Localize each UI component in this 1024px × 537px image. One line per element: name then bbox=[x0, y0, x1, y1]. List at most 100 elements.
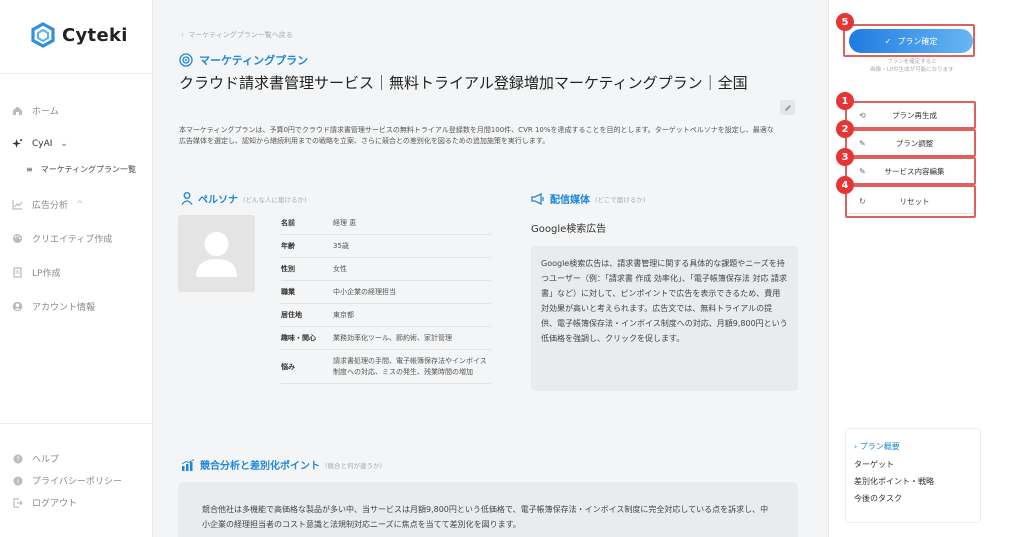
user-circle-icon bbox=[12, 301, 23, 312]
home-icon bbox=[12, 105, 23, 116]
toc-item-tasks[interactable]: 今後のタスク bbox=[854, 493, 902, 504]
breadcrumb[interactable]: ‹ マーケティングプラン一覧へ戻る bbox=[181, 30, 293, 40]
sidebar-item-logout[interactable]: ログアウト bbox=[12, 496, 77, 509]
table-row: 悩み 請求書処理の手間、電子帳簿保存法やインボイス制度への対応、ミスの発生、残業時… bbox=[281, 350, 491, 384]
list-icon: ≡ bbox=[26, 165, 33, 174]
persona-avatar bbox=[178, 215, 255, 292]
toc-item-target[interactable]: ターゲット bbox=[854, 459, 894, 470]
bar-chart-icon bbox=[181, 458, 195, 471]
sidebar-item-cyai[interactable]: CyAI ⌄ bbox=[12, 138, 68, 149]
sparkle-icon bbox=[12, 138, 23, 149]
breadcrumb-link[interactable]: マーケティングプラン一覧へ戻る bbox=[188, 31, 292, 39]
persona-key: 年齢 bbox=[281, 242, 295, 250]
table-row: 職業 中小企業の経理担当 bbox=[281, 281, 491, 304]
persona-table: 名前 経理 恵 年齢 35歳 性別 女性 職業 中小企業の経理担当 居住地 東京都 趣味・… bbox=[281, 212, 491, 384]
sidebar-item-creative[interactable]: クリエイティブ作成 bbox=[12, 232, 112, 245]
sidebar-item-label: ログアウト bbox=[32, 499, 78, 509]
persona-heading: ペルソナ (どんな人に届けるか) bbox=[181, 191, 307, 206]
sidebar-item-ad-analysis[interactable]: 広告分析 ^ bbox=[12, 198, 84, 211]
svg-text:?: ? bbox=[16, 455, 20, 463]
persona-value: 業務効率化ツール、節約術、家計管理 bbox=[333, 334, 452, 342]
chevron-up-icon: ^ bbox=[76, 199, 84, 210]
document-icon bbox=[12, 267, 23, 278]
persona-value: 東京都 bbox=[333, 311, 354, 319]
competition-title: 競合分析と差別化ポイント bbox=[200, 461, 320, 472]
palette-icon bbox=[12, 233, 23, 244]
highlight-box-1 bbox=[845, 101, 976, 129]
sidebar-item-label: ホーム bbox=[32, 107, 59, 117]
sidebar-item-label: プライバシーポリシー bbox=[32, 477, 122, 487]
table-row: 性別 女性 bbox=[281, 258, 491, 281]
persona-value: 女性 bbox=[333, 265, 347, 273]
highlight-box-3 bbox=[845, 157, 976, 185]
table-row: 年齢 35歳 bbox=[281, 235, 491, 258]
sidebar-item-label: ヘルプ bbox=[32, 455, 60, 465]
sidebar-item-label: クリエイティブ作成 bbox=[32, 235, 113, 245]
step-badge-4: 4 bbox=[836, 176, 854, 194]
highlight-box-2 bbox=[845, 129, 976, 157]
highlight-box-4 bbox=[845, 185, 976, 218]
media-description: Google検索広告は、請求書管理に関する具体的な課題やニーズを持つユーザー（例… bbox=[531, 246, 798, 391]
sidebar-item-label: LP作成 bbox=[32, 269, 61, 279]
persona-title: ペルソナ bbox=[198, 195, 238, 206]
app-logo[interactable]: Cyteki bbox=[30, 22, 128, 48]
persona-key: 居住地 bbox=[281, 311, 302, 319]
logout-icon bbox=[12, 497, 23, 508]
category-label: マーケティングプラン bbox=[199, 54, 309, 67]
toc-label: プラン概要 bbox=[859, 442, 900, 451]
megaphone-icon bbox=[531, 192, 544, 205]
highlight-box-5 bbox=[843, 24, 975, 57]
help-icon: ? bbox=[12, 453, 23, 464]
table-of-contents: › プラン概要 ターゲット 差別化ポイント・戦略 今後のタスク bbox=[845, 428, 981, 523]
persona-value: 請求書処理の手間、電子帳簿保存法やインボイス制度への対応、ミスの発生、残業時間の… bbox=[333, 357, 487, 376]
sidebar-item-label: 広告分析 bbox=[32, 201, 69, 211]
competition-description: 競合他社は多機能で高価格な製品が多い中、当サービスは月額9,800円という低価格… bbox=[178, 482, 798, 537]
sidebar-item-label: アカウント情報 bbox=[32, 303, 96, 313]
persona-value: 経理 恵 bbox=[333, 219, 357, 227]
plan-description: 本マーケティングプランは、予算0円でクラウド請求書管理サービスの無料トライアル登… bbox=[179, 126, 774, 145]
sidebar-item-label: マーケティングプラン一覧 bbox=[40, 165, 137, 174]
step-badge-3: 3 bbox=[836, 148, 854, 166]
sidebar-item-help[interactable]: ? ヘルプ bbox=[12, 452, 59, 465]
media-subtitle: (どこで届けるか) bbox=[595, 195, 646, 204]
sidebar-item-label: CyAI bbox=[32, 138, 53, 149]
sidebar-item-lp[interactable]: LP作成 bbox=[12, 266, 60, 279]
avatar-placeholder-icon bbox=[196, 232, 237, 277]
sidebar-subitem-marketing-plans[interactable]: ≡ マーケティングプラン一覧 bbox=[26, 164, 136, 175]
persona-value: 中小企業の経理担当 bbox=[333, 288, 396, 296]
persona-key: 職業 bbox=[281, 288, 295, 296]
pencil-icon bbox=[784, 104, 791, 111]
sidebar-item-privacy[interactable]: i プライバシーポリシー bbox=[12, 474, 122, 487]
chart-icon bbox=[12, 199, 23, 210]
toc-item-differentiation[interactable]: 差別化ポイント・戦略 bbox=[854, 476, 934, 487]
sidebar-item-account[interactable]: アカウント情報 bbox=[12, 300, 95, 313]
persona-key: 趣味・関心 bbox=[281, 334, 316, 342]
competition-heading: 競合分析と差別化ポイント (競合と何が違うか) bbox=[181, 457, 382, 472]
confirm-hint: プランを確定すると 画像・LPの生成が可能になります bbox=[870, 59, 954, 73]
persona-key: 悩み bbox=[281, 362, 295, 371]
persona-key: 名前 bbox=[281, 219, 295, 227]
competition-subtitle: (競合と何が違うか) bbox=[325, 461, 383, 470]
persona-key: 性別 bbox=[281, 265, 295, 273]
sidebar: Cyteki ホーム CyAI ⌄ ≡ マーケティングプラン一覧 広告分析 ^ … bbox=[0, 0, 153, 537]
app-name: Cyteki bbox=[62, 24, 128, 46]
toc-item-overview[interactable]: › プラン概要 bbox=[854, 441, 900, 452]
persona-subtitle: (どんな人に届けるか) bbox=[243, 195, 307, 204]
edit-title-button[interactable] bbox=[780, 100, 795, 115]
persona-value: 35歳 bbox=[333, 242, 349, 250]
main-content: ‹ マーケティングプラン一覧へ戻る マーケティングプラン クラウド請求書管理サー… bbox=[153, 0, 828, 537]
step-badge-5: 5 bbox=[836, 13, 854, 31]
info-icon: i bbox=[12, 475, 23, 486]
media-title: 配信媒体 bbox=[550, 195, 590, 206]
step-badge-1: 1 bbox=[836, 92, 854, 110]
target-icon bbox=[179, 53, 193, 67]
media-name: Google検索広告 bbox=[531, 224, 607, 235]
person-icon bbox=[181, 192, 193, 205]
table-row: 居住地 東京都 bbox=[281, 304, 491, 327]
table-row: 趣味・関心 業務効率化ツール、節約術、家計管理 bbox=[281, 327, 491, 350]
svg-text:i: i bbox=[17, 477, 19, 485]
divider bbox=[0, 423, 153, 424]
media-heading: 配信媒体 (どこで届けるか) bbox=[531, 191, 645, 206]
sidebar-item-home[interactable]: ホーム bbox=[12, 104, 59, 117]
step-badge-2: 2 bbox=[836, 120, 854, 138]
